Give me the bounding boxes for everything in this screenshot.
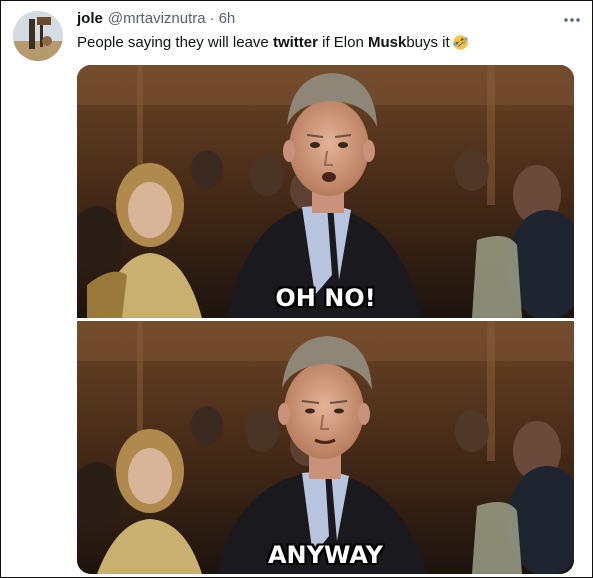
meme-top-image xyxy=(77,65,574,318)
tweet-text-part: People saying they will leave xyxy=(77,34,273,51)
tweet-text-part: if Elon xyxy=(317,34,368,51)
tweet-text-bold-musk: Musk xyxy=(367,34,407,51)
more-horizontal-icon xyxy=(564,18,580,22)
tweet-text-part: buys it xyxy=(406,34,450,51)
meme-caption-top: OH NO! xyxy=(275,284,376,312)
avatar-image xyxy=(13,11,63,61)
user-handle[interactable]: @mrtaviznutra xyxy=(108,10,206,27)
rolling-on-floor-laughing-emoji-icon xyxy=(452,35,468,50)
tweet-text: People saying they will leave twitter if… xyxy=(77,34,469,51)
meme-panel-top: OH NO! xyxy=(77,65,574,318)
separator-dot: · xyxy=(209,10,215,27)
tweet-card[interactable]: jole @mrtaviznutra · 6h People saying th… xyxy=(0,0,593,578)
meme-bottom-image xyxy=(77,321,574,574)
tweet-media[interactable]: OH NO! ANYWAY xyxy=(77,65,574,574)
meme-panel-bottom: ANYWAY xyxy=(77,321,574,574)
more-options-button[interactable] xyxy=(559,11,585,29)
tweet-text-bold-twitter: twitter xyxy=(272,34,318,51)
meme-caption-bottom: ANYWAY xyxy=(267,541,384,569)
display-name[interactable]: jole xyxy=(77,10,103,27)
avatar[interactable] xyxy=(13,11,63,61)
timestamp[interactable]: 6h xyxy=(219,10,236,27)
tweet-header: jole @mrtaviznutra · 6h xyxy=(77,10,235,30)
